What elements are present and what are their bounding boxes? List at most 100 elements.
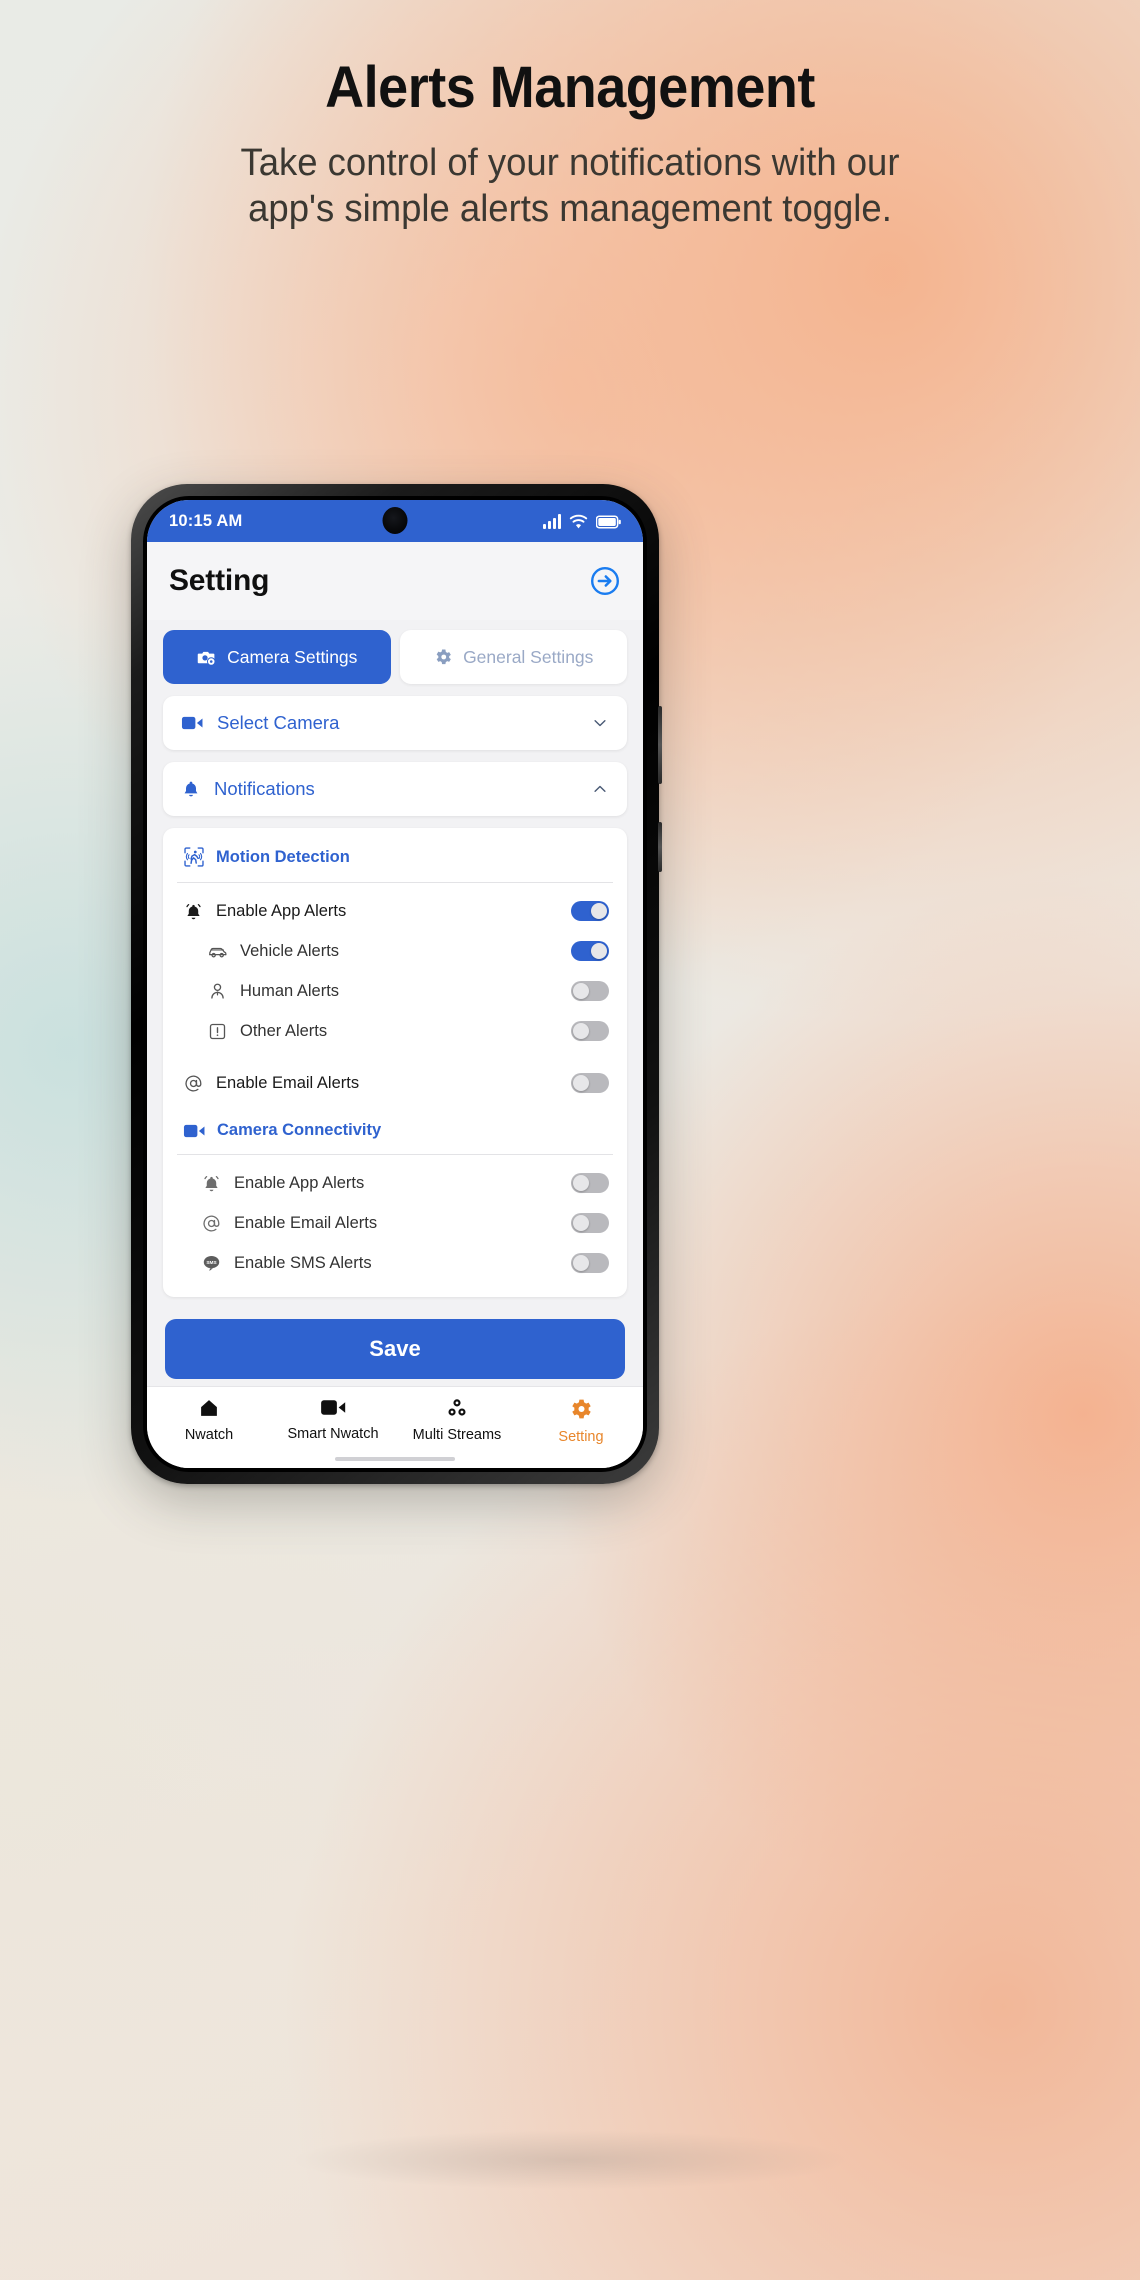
nav-item-smart-nwatch[interactable]: Smart Nwatch (271, 1397, 395, 1442)
nav-label: Smart Nwatch (287, 1426, 379, 1442)
tab-general-settings-label: General Settings (463, 646, 594, 667)
nav-item-setting[interactable]: Setting (519, 1397, 643, 1445)
nav-item-nwatch[interactable]: Nwatch (147, 1397, 271, 1443)
notifications-header[interactable]: Notifications (163, 762, 627, 816)
camera-settings-icon (197, 651, 216, 666)
notifications-panel: Motion Detection Enable App Alerts Vehic… (163, 828, 627, 1297)
gear-icon (572, 1399, 591, 1419)
camera-connectivity-label: Camera Connectivity (217, 1121, 382, 1139)
chevron-down-icon[interactable] (591, 714, 609, 732)
camera-connectivity-rows: Enable App Alerts Enable Email Alerts SM… (163, 1155, 627, 1283)
row-label: Enable Email Alerts (216, 1073, 360, 1092)
row-motion-enable-app-alerts[interactable]: Enable App Alerts (163, 891, 627, 931)
row-motion-enable-email-alerts[interactable]: Enable Email Alerts (163, 1063, 627, 1103)
bottom-navigation: Nwatch Smart Nwatch Multi Streams Settin… (147, 1386, 643, 1468)
toggle-knob (573, 1023, 589, 1039)
row-vehicle-alerts[interactable]: Vehicle Alerts (163, 931, 627, 971)
row-label: Enable SMS Alerts (234, 1253, 372, 1272)
toggle-human-alerts[interactable] (571, 981, 609, 1001)
toggle-motion-app-alerts[interactable] (571, 901, 609, 921)
motion-detection-label: Motion Detection (216, 847, 350, 866)
power-button[interactable] (658, 822, 662, 872)
row-human-alerts[interactable]: Human Alerts (163, 971, 627, 1011)
app-bar: Setting (147, 542, 643, 620)
row-label: Enable App Alerts (216, 901, 347, 920)
nav-label: Setting (558, 1429, 604, 1445)
motion-detection-icon (184, 847, 204, 867)
toggle-other-alerts[interactable] (571, 1021, 609, 1041)
volume-button[interactable] (658, 706, 662, 784)
phone-drop-shadow (290, 2130, 850, 2190)
toggle-conn-sms-alerts[interactable] (571, 1253, 609, 1273)
toggle-knob (573, 1215, 589, 1231)
phone-mockup: 10:15 AM Setting Camera Settings General… (131, 484, 662, 1484)
toggle-vehicle-alerts[interactable] (571, 941, 609, 961)
chevron-up-icon[interactable] (591, 780, 609, 798)
toggle-knob (591, 943, 607, 959)
battery-icon (596, 514, 621, 529)
toggle-motion-email-alerts[interactable] (571, 1073, 609, 1093)
front-camera-notch (382, 507, 408, 534)
bell-filled-icon (186, 903, 201, 919)
row-label: Enable App Alerts (234, 1173, 365, 1192)
home-icon (201, 1400, 217, 1416)
signal-icon (543, 513, 561, 529)
nav-item-multi-streams[interactable]: Multi Streams (395, 1397, 519, 1443)
hero-text-block: Alerts Management Take control of your n… (0, 0, 1140, 233)
nav-label: Nwatch (184, 1427, 234, 1443)
screen-title: Setting (169, 564, 270, 597)
status-icons (543, 513, 621, 529)
wifi-icon (569, 514, 588, 528)
notifications-card[interactable]: Notifications (163, 762, 627, 816)
toggle-knob (573, 1255, 589, 1271)
tab-camera-settings[interactable]: Camera Settings (163, 630, 391, 684)
person-icon (211, 983, 224, 999)
car-icon (209, 947, 227, 957)
row-label: Vehicle Alerts (240, 941, 340, 960)
tab-general-settings[interactable]: General Settings (399, 630, 627, 684)
row-conn-enable-sms-alerts[interactable]: SMS Enable SMS Alerts (163, 1243, 627, 1283)
row-conn-enable-email-alerts[interactable]: Enable Email Alerts (163, 1203, 627, 1243)
sms-icon: SMS (203, 1255, 220, 1271)
toggle-conn-email-alerts[interactable] (571, 1213, 609, 1233)
page-subtitle: Take control of your notifications with … (240, 141, 900, 231)
toggle-knob (573, 1075, 589, 1091)
video-camera-icon (181, 716, 203, 730)
toggle-conn-app-alerts[interactable] (571, 1173, 609, 1193)
row-conn-enable-app-alerts[interactable]: Enable App Alerts (163, 1163, 627, 1203)
phone-screen: 10:15 AM Setting Camera Settings General… (147, 500, 643, 1468)
video-camera-icon (183, 1124, 205, 1137)
exclamation-square-icon (209, 1023, 226, 1039)
settings-content: Camera Settings General Settings Select … (147, 620, 643, 1386)
select-camera-header[interactable]: Select Camera (163, 696, 627, 750)
settings-tabs: Camera Settings General Settings (163, 630, 627, 684)
toggle-knob (591, 903, 607, 919)
row-label: Other Alerts (240, 1021, 328, 1040)
gear-icon (436, 649, 451, 665)
logout-icon[interactable] (589, 565, 621, 597)
home-indicator (335, 1457, 455, 1461)
toggle-knob (573, 983, 589, 999)
bell-icon (184, 781, 198, 796)
status-bar: 10:15 AM (147, 500, 643, 542)
select-camera-label: Select Camera (217, 712, 340, 733)
select-camera-card[interactable]: Select Camera (163, 696, 627, 750)
tab-camera-settings-label: Camera Settings (227, 646, 358, 667)
at-icon (185, 1075, 202, 1092)
save-button[interactable]: Save (165, 1319, 625, 1379)
camera-connectivity-header: Camera Connectivity (163, 1103, 627, 1154)
multi-streams-icon (448, 1399, 466, 1416)
status-time: 10:15 AM (169, 511, 243, 530)
save-button-container: Save (163, 1297, 627, 1379)
nav-label: Multi Streams (412, 1427, 502, 1443)
svg-text:SMS: SMS (206, 1259, 216, 1265)
at-icon (203, 1215, 220, 1232)
phone-bezel: 10:15 AM Setting Camera Settings General… (143, 496, 647, 1472)
row-other-alerts[interactable]: Other Alerts (163, 1011, 627, 1051)
bell-filled-icon (204, 1175, 219, 1191)
row-label: Enable Email Alerts (234, 1213, 378, 1232)
row-label: Human Alerts (240, 981, 340, 1000)
notifications-label: Notifications (214, 778, 315, 799)
toggle-knob (573, 1175, 589, 1191)
